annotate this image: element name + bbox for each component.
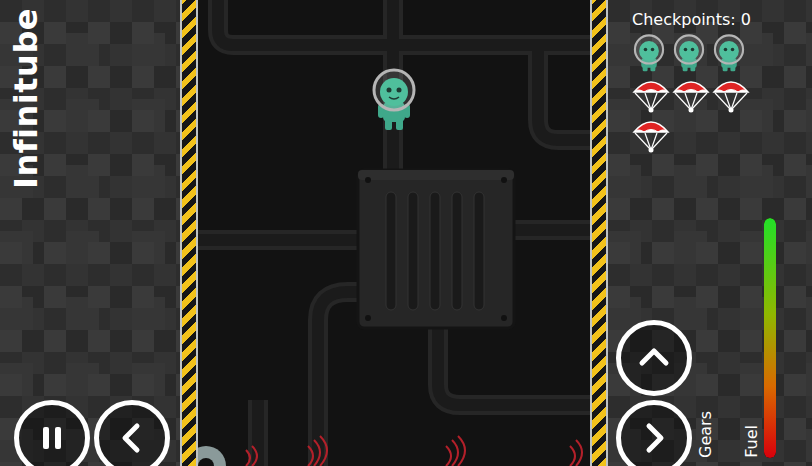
sound-wave-icon <box>246 436 582 466</box>
player-alien-icon <box>370 68 418 132</box>
parachute-icon <box>632 76 670 114</box>
life-alien-icon <box>712 34 746 72</box>
gear-icon <box>198 446 226 466</box>
parachute-icon <box>632 116 670 154</box>
pause-icon <box>37 423 67 453</box>
chevron-right-icon <box>637 421 671 455</box>
left-wall <box>180 0 198 466</box>
game-screen: Infinitube Checkpoints: 0 Gears Fuel <box>0 0 812 466</box>
right-button[interactable] <box>616 400 692 466</box>
fuel-meter <box>764 218 776 458</box>
fuel-label: Fuel <box>744 425 760 458</box>
hud-panel: Checkpoints: 0 Gears Fuel <box>608 0 812 466</box>
fuel-fill <box>764 218 776 458</box>
left-panel: Infinitube <box>0 0 180 466</box>
game-title: Infinitube <box>10 8 180 189</box>
chevron-up-icon <box>637 341 671 375</box>
up-button[interactable] <box>616 320 692 396</box>
life-alien-icon <box>632 34 666 72</box>
left-button[interactable] <box>94 400 170 466</box>
play-area <box>198 0 590 466</box>
hud-controls: Gears Fuel <box>608 218 812 466</box>
right-wall <box>590 0 608 466</box>
checkpoints-counter: Checkpoints: 0 <box>632 10 812 30</box>
parachute-icon <box>712 76 750 114</box>
gears-label: Gears <box>698 411 714 458</box>
left-controls <box>14 400 180 466</box>
parachute-icon <box>672 76 710 114</box>
parachutes-grid <box>632 76 812 154</box>
pause-button[interactable] <box>14 400 90 466</box>
life-alien-icon <box>672 34 706 72</box>
lives-row <box>632 34 812 72</box>
chevron-left-icon <box>115 421 149 455</box>
